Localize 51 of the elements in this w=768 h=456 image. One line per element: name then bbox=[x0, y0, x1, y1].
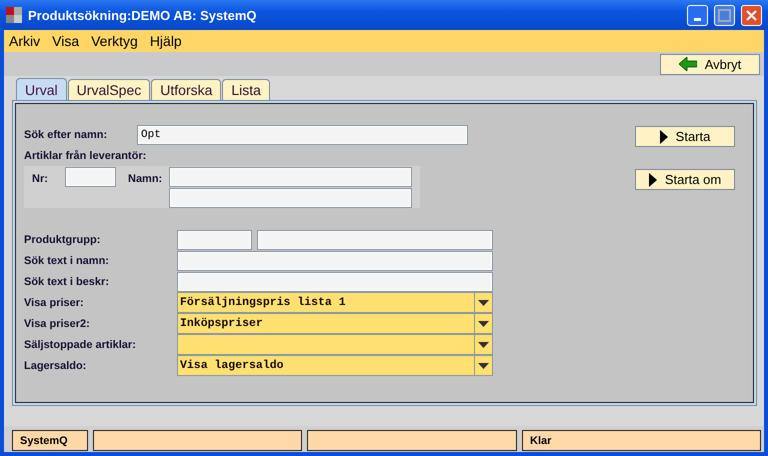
status-cell: SystemQ bbox=[12, 430, 88, 451]
start-button[interactable]: Starta om bbox=[635, 169, 735, 190]
field-label: Sök text i beskr: bbox=[24, 276, 110, 288]
field-label: Artiklar från leverantör: bbox=[24, 150, 146, 162]
input-field[interactable] bbox=[177, 230, 252, 250]
field-label: Produktgrupp: bbox=[24, 234, 102, 246]
tab[interactable]: Lista bbox=[222, 79, 270, 100]
dropdown-caret-icon bbox=[478, 362, 489, 368]
close-button[interactable] bbox=[741, 4, 762, 26]
play-icon bbox=[648, 172, 657, 186]
menu-item[interactable]: Hjälp bbox=[150, 33, 182, 49]
back-arrow-icon bbox=[678, 57, 697, 71]
app-icon bbox=[6, 7, 22, 23]
maximize-icon bbox=[718, 8, 731, 22]
dropdown[interactable]: Visa lagersaldo bbox=[177, 355, 493, 376]
dropdown[interactable] bbox=[177, 334, 493, 355]
status-cell: Klar bbox=[522, 430, 761, 451]
close-icon bbox=[746, 10, 757, 20]
input-field[interactable] bbox=[169, 167, 412, 187]
dropdown[interactable]: Försäljningspris lista 1 bbox=[177, 292, 493, 313]
field-label: Lagersaldo: bbox=[24, 360, 88, 372]
dropdown-caret-icon bbox=[478, 320, 489, 326]
tab[interactable]: UrvalSpec bbox=[68, 79, 150, 100]
input-field[interactable] bbox=[177, 250, 493, 270]
dropdown-caret-icon bbox=[478, 300, 489, 306]
input-field[interactable] bbox=[169, 188, 412, 208]
play-icon bbox=[660, 130, 668, 144]
window-title: Produktsökning:DEMO AB: SystemQ bbox=[28, 8, 258, 22]
maximize-button[interactable] bbox=[714, 4, 735, 26]
cancel-button[interactable]: Avbryt bbox=[660, 54, 760, 74]
menu-item[interactable]: Verktyg bbox=[91, 33, 138, 49]
field-label: Sök efter namn: bbox=[24, 129, 108, 141]
field-label: Säljstoppade artiklar: bbox=[24, 338, 137, 350]
minimize-icon bbox=[694, 18, 701, 20]
start-button[interactable]: Starta bbox=[635, 126, 735, 147]
field-label: Visa priser2: bbox=[24, 318, 91, 330]
field-label: Visa priser: bbox=[24, 296, 85, 308]
field-label: Nr: bbox=[32, 172, 49, 187]
dropdown[interactable]: Inköpspriser bbox=[177, 313, 493, 334]
input-field[interactable] bbox=[177, 272, 493, 292]
tab[interactable]: Utforska bbox=[151, 79, 222, 100]
minimize-button[interactable] bbox=[687, 4, 708, 26]
field-label: Sök text i namn: bbox=[24, 254, 110, 266]
field-label: Namn: bbox=[128, 172, 164, 187]
input-field[interactable] bbox=[257, 230, 493, 250]
input-field[interactable] bbox=[65, 167, 116, 187]
input-field[interactable]: Opt bbox=[137, 125, 468, 145]
dropdown-caret-icon bbox=[478, 342, 489, 348]
menu-item[interactable]: Visa bbox=[52, 33, 80, 49]
tab[interactable]: Urval bbox=[16, 78, 67, 100]
menu-item[interactable]: Arkiv bbox=[9, 33, 40, 49]
